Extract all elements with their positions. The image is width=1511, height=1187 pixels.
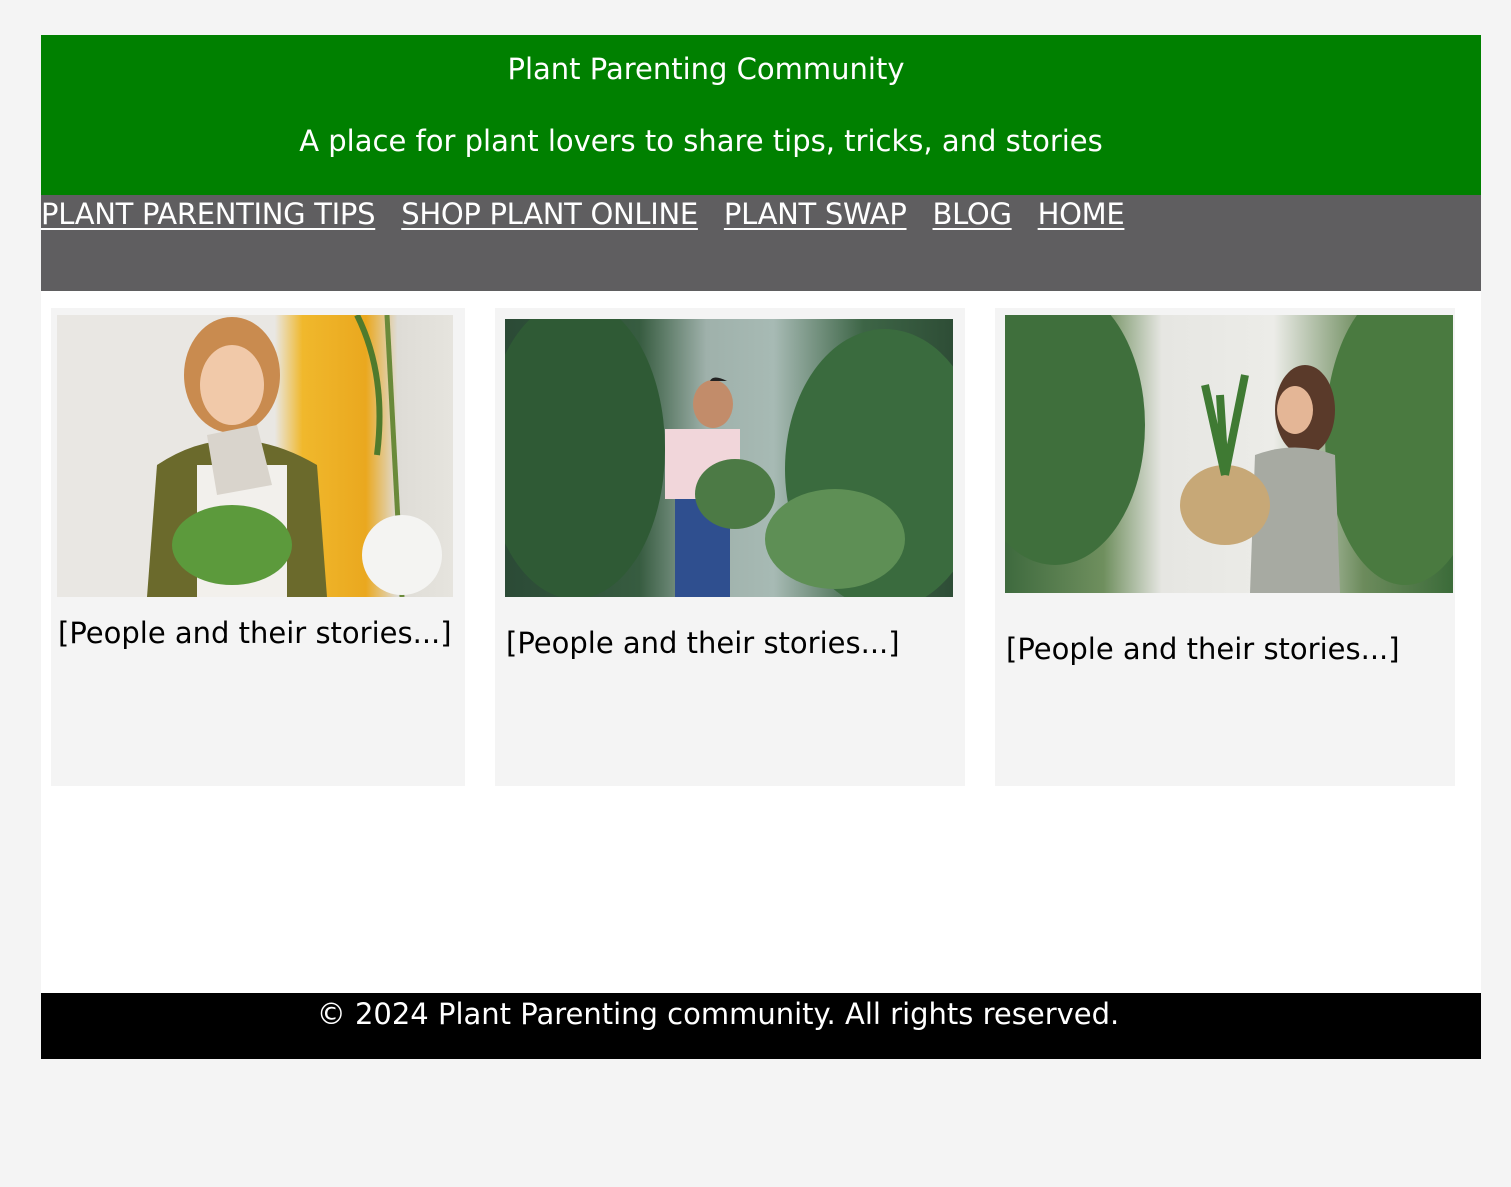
nav-link-shop-plant-online[interactable]: SHOP PLANT ONLINE (401, 195, 698, 233)
nav-links: PLANT PARENTING TIPS SHOP PLANT ONLINE P… (41, 195, 1125, 233)
site-tagline: A place for plant lovers to share tips, … (299, 124, 1103, 158)
nav-link-plant-swap[interactable]: PLANT SWAP (724, 195, 907, 233)
site-title: Plant Parenting Community (507, 52, 905, 86)
nav-link-home[interactable]: HOME (1038, 195, 1125, 233)
photo-illustration (147, 315, 442, 597)
card-text: [People and their stories...] (1006, 632, 1400, 666)
nav-link-blog[interactable]: BLOG (933, 195, 1012, 233)
photo-illustration (1005, 315, 1453, 593)
site-footer: © 2024 Plant Parenting community. All ri… (41, 993, 1481, 1059)
story-card: [People and their stories...] (995, 308, 1455, 786)
site-header: Plant Parenting Community A place for pl… (41, 35, 1481, 195)
nav-link-plant-parenting-tips[interactable]: PLANT PARENTING TIPS (41, 195, 376, 233)
page: Plant Parenting Community A place for pl… (41, 35, 1481, 1059)
man-among-plants-photo (505, 319, 953, 597)
woman-holding-plant-basket-photo (1005, 315, 1453, 593)
card-text: [People and their stories...] (58, 616, 452, 650)
story-card: [People and their stories...] (51, 308, 465, 786)
card-text: [People and their stories...] (506, 626, 900, 660)
photo-illustration (505, 319, 953, 597)
main-nav: PLANT PARENTING TIPS SHOP PLANT ONLINE P… (41, 195, 1481, 291)
story-card: [People and their stories...] (495, 308, 965, 786)
woman-watering-plant-photo (57, 315, 453, 597)
copyright-text: © 2024 Plant Parenting community. All ri… (316, 997, 1120, 1031)
